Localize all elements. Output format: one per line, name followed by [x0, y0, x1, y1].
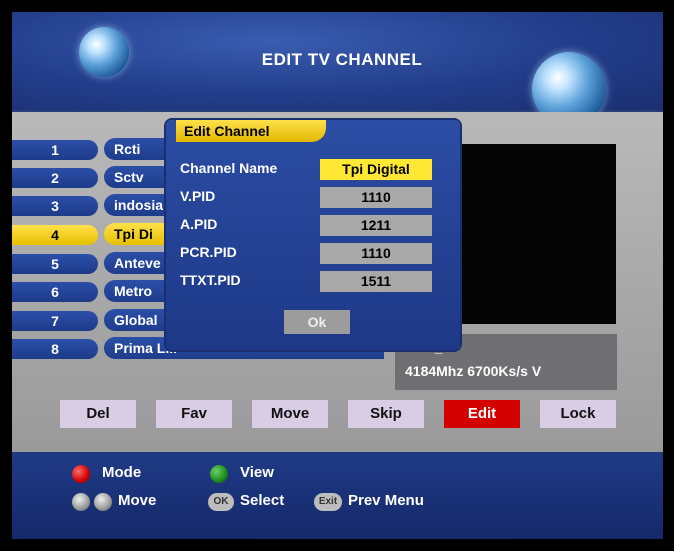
move-button[interactable]: Move	[252, 400, 328, 428]
prev-menu-hint-label: Prev Menu	[348, 492, 424, 509]
channel-number: 7	[12, 311, 98, 331]
apid-field[interactable]: 1211	[320, 215, 432, 236]
vpid-field[interactable]: 1110	[320, 187, 432, 208]
vpid-label: V.PID	[180, 188, 216, 204]
video-preview	[439, 144, 616, 324]
pcrpid-field[interactable]: 1110	[320, 243, 432, 264]
header: EDIT TV CHANNEL	[12, 12, 663, 126]
key-legend: Mode View Move OK Select Exit Prev Menu	[12, 453, 663, 539]
select-hint-label: Select	[240, 492, 285, 509]
dialog-title: Edit Channel	[176, 120, 326, 142]
ttxtpid-field[interactable]: 1511	[320, 271, 432, 292]
move-hint-label: Move	[118, 492, 157, 509]
channel-number: 1	[12, 140, 98, 160]
apid-label: A.PID	[180, 216, 218, 232]
orb-decoration-icon	[79, 27, 129, 77]
pcrpid-label: PCR.PID	[180, 244, 237, 260]
channel-name-field[interactable]: Tpi Digital	[320, 159, 432, 180]
tv-screen: EDIT TV CHANNEL 1 Rcti 2 Sctv 3 indosia …	[12, 12, 663, 539]
left-right-arrow-icon	[94, 493, 112, 511]
green-key-icon	[210, 465, 228, 483]
edit-channel-dialog: Edit Channel Channel Name Tpi Digital V.…	[166, 120, 460, 350]
skip-button[interactable]: Skip	[348, 400, 424, 428]
edit-button[interactable]: Edit	[444, 400, 520, 428]
view-label: View	[240, 464, 274, 481]
channel-number: 2	[12, 168, 98, 188]
lock-button[interactable]: Lock	[540, 400, 616, 428]
del-button[interactable]: Del	[60, 400, 136, 428]
ok-button[interactable]: Ok	[284, 310, 350, 334]
channel-number: 5	[12, 254, 98, 274]
channel-name-label: Channel Name	[180, 160, 278, 176]
mode-label: Mode	[102, 464, 142, 481]
channel-number: 4	[12, 225, 98, 245]
ttxtpid-label: TTXT.PID	[180, 272, 241, 288]
red-key-icon	[72, 465, 90, 483]
channel-number: 3	[12, 196, 98, 216]
channel-number: 8	[12, 339, 98, 359]
up-down-arrow-icon	[72, 493, 90, 511]
frequency-label: 4184Mhz 6700Ks/s V	[405, 363, 542, 379]
page-title: EDIT TV CHANNEL	[261, 50, 423, 69]
exit-key-icon: Exit	[314, 493, 342, 511]
channel-number: 6	[12, 282, 98, 302]
fav-button[interactable]: Fav	[156, 400, 232, 428]
ok-key-icon: OK	[208, 493, 234, 511]
